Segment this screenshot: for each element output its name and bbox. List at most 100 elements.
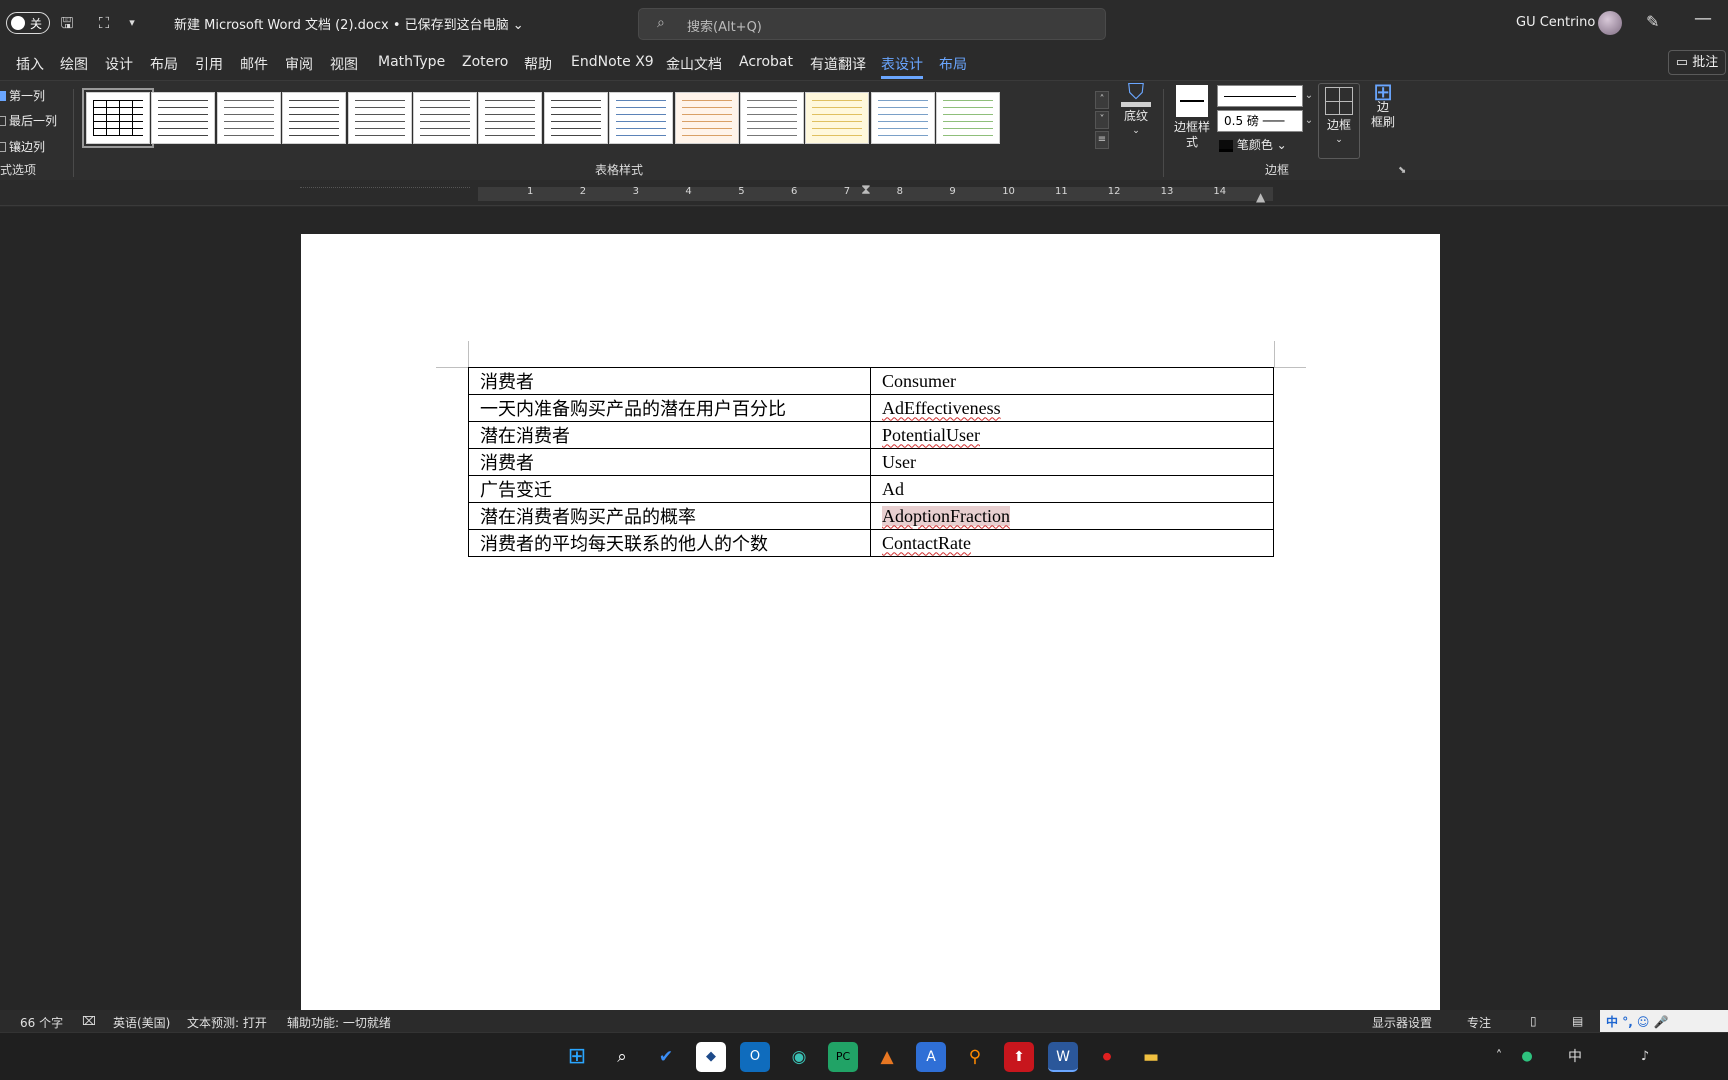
search-box[interactable]: ⌕ 搜索(Alt+Q) <box>638 8 1106 40</box>
cell-chinese[interactable]: 广告变迁 <box>468 475 871 503</box>
cell-chinese[interactable]: 消费者的平均每天联系的他人的个数 <box>468 529 871 557</box>
checkbox[interactable] <box>0 141 6 152</box>
cell-english[interactable]: Ad <box>870 475 1274 503</box>
tab-references[interactable]: 引用 <box>195 54 223 74</box>
table-style-thumbnail[interactable] <box>740 92 804 144</box>
table-row[interactable]: 潜在消费者 PotentialUser <box>468 421 1274 449</box>
user-name[interactable]: GU Centrino <box>1516 15 1595 30</box>
variable-table[interactable]: 消费者 Consumer 一天内准备购买产品的潜在用户百分比 AdEffectiven… <box>468 367 1274 557</box>
option-banded-columns[interactable]: 镶边列 <box>0 138 45 155</box>
cell-english[interactable]: AdEffectiveness <box>870 394 1274 422</box>
word-icon[interactable]: W <box>1048 1042 1078 1072</box>
table-style-thumbnail[interactable] <box>216 92 281 144</box>
customize-qat-icon[interactable]: ▾ <box>121 12 143 34</box>
org-chart-icon[interactable]: ⛶ <box>93 12 115 34</box>
cell-english[interactable]: ContactRate <box>870 529 1274 557</box>
tab-layout[interactable]: 布局 <box>150 54 178 74</box>
border-styles-button[interactable]: 边框样 式 <box>1171 85 1213 150</box>
display-settings[interactable]: 显示器设置 <box>1372 1014 1432 1031</box>
document-title[interactable]: 新建 Microsoft Word 文档 (2).docx • 已保存到这台电脑… <box>174 14 524 33</box>
cell-chinese[interactable]: 消费者 <box>468 448 871 476</box>
tab-design[interactable]: 设计 <box>105 54 133 74</box>
option-last-column[interactable]: 最后一列 <box>0 112 57 129</box>
text-predictions[interactable]: 文本预测: 打开 <box>187 1014 267 1031</box>
ime-tray[interactable]: 中 <box>1560 1042 1590 1072</box>
table-style-thumbnail[interactable] <box>609 92 674 144</box>
gallery-more[interactable]: ≡ <box>1095 131 1109 149</box>
todo-icon[interactable]: ✔ <box>651 1042 681 1072</box>
cell-chinese[interactable]: 一天内准备购买产品的潜在用户百分比 <box>468 394 871 422</box>
file-explorer-icon[interactable]: ▬ <box>1136 1042 1166 1072</box>
checkbox[interactable] <box>0 90 6 101</box>
gallery-scroll-down[interactable]: ˅ <box>1095 111 1109 129</box>
gallery-scroll-up[interactable]: ˄ <box>1095 91 1109 109</box>
cell-chinese[interactable]: 消费者 <box>468 367 871 395</box>
table-style-thumbnail[interactable] <box>936 92 1001 144</box>
table-style-thumbnail[interactable] <box>478 92 543 144</box>
acrobat-icon[interactable]: ⬆ <box>1004 1042 1034 1072</box>
line-weight-dropdown[interactable]: 0.5 磅 ─── <box>1217 110 1303 132</box>
comments-button[interactable]: ▭ 批注 <box>1668 50 1726 75</box>
chevron-up-icon[interactable]: ˄ <box>1484 1042 1514 1072</box>
cell-chinese[interactable]: 潜在消费者 <box>468 421 871 449</box>
horizontal-ruler[interactable]: 1 2 3 4 5 6 7 8 9 10 11 12 13 14 ⧗ ▲ <box>0 182 1728 206</box>
word-count[interactable]: 66 个字 <box>20 1014 63 1031</box>
language-indicator[interactable]: 英语(美国) <box>113 1014 170 1031</box>
tab-mathtype[interactable]: MathType <box>378 54 445 70</box>
tab-endnote[interactable]: EndNote X9 <box>571 54 654 70</box>
tab-insert[interactable]: 插入 <box>16 54 44 74</box>
line-style-dropdown[interactable] <box>1217 85 1303 107</box>
tab-help[interactable]: 帮助 <box>524 54 552 74</box>
cell-english[interactable]: User <box>870 448 1274 476</box>
checkbox[interactable] <box>0 115 6 126</box>
tab-acrobat[interactable]: Acrobat <box>739 54 793 70</box>
autosave-toggle[interactable]: 关 <box>6 12 50 34</box>
border-painter-button[interactable]: ⊞ 边 框刷 <box>1363 80 1403 130</box>
tab-youdao[interactable]: 有道翻译 <box>810 54 866 74</box>
focus-mode[interactable]: 专注 <box>1467 1014 1491 1031</box>
tab-kingsoft[interactable]: 金山文档 <box>666 54 722 74</box>
table-row[interactable]: 广告变迁 Ad <box>468 475 1274 503</box>
matlab-icon[interactable]: ▲ <box>872 1042 902 1072</box>
tab-table-design[interactable]: 表设计 <box>881 54 923 79</box>
cell-english[interactable]: PotentialUser <box>870 421 1274 449</box>
right-indent-marker[interactable]: ▲ <box>1256 190 1265 204</box>
cell-english[interactable]: Consumer <box>870 367 1274 395</box>
record-icon[interactable]: ⏺ <box>1092 1042 1122 1072</box>
table-style-thumbnail[interactable] <box>674 92 739 144</box>
minimize-button[interactable]: — <box>1694 8 1712 29</box>
avatar[interactable] <box>1598 11 1622 35</box>
table-style-thumbnail[interactable] <box>805 92 870 144</box>
table-style-thumbnail[interactable] <box>282 92 347 144</box>
edge-icon[interactable]: ◉ <box>784 1042 814 1072</box>
outlook-icon[interactable]: O <box>740 1042 770 1072</box>
shading-button[interactable]: ⛉ 底纹 ⌄ <box>1116 82 1156 139</box>
app-icon[interactable]: ◆ <box>696 1042 726 1072</box>
dialog-launcher-icon[interactable]: ⬊ <box>1398 165 1406 176</box>
accessibility-status[interactable]: 辅助功能: 一切就绪 <box>287 1014 391 1031</box>
tab-review[interactable]: 审阅 <box>285 54 313 74</box>
table-row[interactable]: 一天内准备购买产品的潜在用户百分比 AdEffectiveness <box>468 394 1274 422</box>
app-icon[interactable]: A <box>916 1042 946 1072</box>
windows-start-icon[interactable]: ⊞ <box>562 1042 592 1072</box>
table-style-thumbnail[interactable] <box>413 92 477 144</box>
wechat-icon[interactable]: ● <box>1512 1042 1542 1072</box>
document-page[interactable]: 消费者 Consumer 一天内准备购买产品的潜在用户百分比 AdEffectiven… <box>301 234 1440 1010</box>
table-style-thumbnail[interactable] <box>82 88 154 148</box>
pen-icon[interactable]: ✎ <box>1646 12 1659 31</box>
tab-zotero[interactable]: Zotero <box>462 54 508 70</box>
cell-chinese[interactable]: 潜在消费者购买产品的概率 <box>468 502 871 530</box>
table-style-thumbnail[interactable] <box>151 92 216 144</box>
option-first-column[interactable]: 第一列 <box>0 87 45 104</box>
table-row[interactable]: 潜在消费者购买产品的概率 AdoptionFraction <box>468 502 1274 530</box>
table-row[interactable]: 消费者 Consumer <box>468 367 1274 395</box>
table-row[interactable]: 消费者 User <box>468 448 1274 476</box>
tab-view[interactable]: 视图 <box>330 54 358 74</box>
volume-icon[interactable]: ♪ <box>1630 1042 1660 1072</box>
chevron-down-icon[interactable]: ⌄ <box>1303 85 1315 107</box>
print-layout-icon[interactable]: ▤ <box>1572 1014 1583 1028</box>
everything-search-icon[interactable]: ⚲ <box>960 1042 990 1072</box>
search-icon[interactable]: ⌕ <box>607 1042 637 1072</box>
pen-color-button[interactable]: 笔颜色 ⌄ <box>1219 138 1287 153</box>
table-styles-gallery[interactable] <box>82 88 1096 152</box>
